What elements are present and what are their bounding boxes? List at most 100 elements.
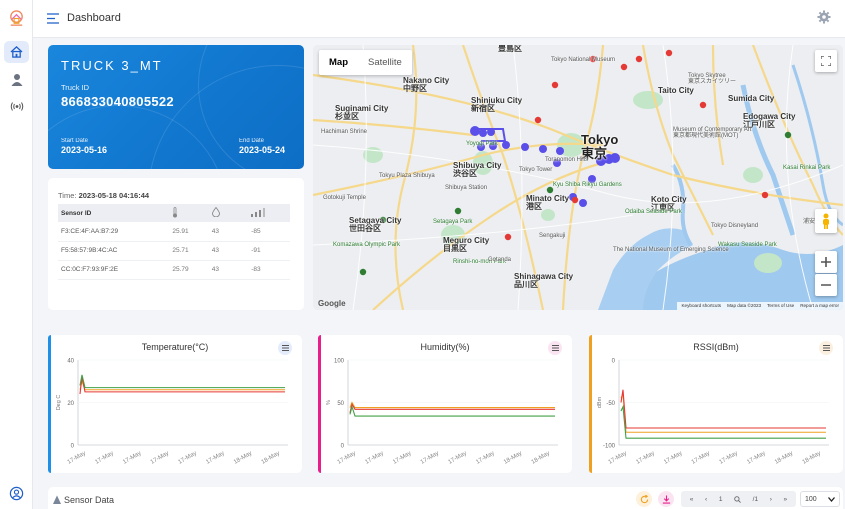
sensor-data-icon xyxy=(53,495,61,504)
rssi-chart: -100 -50 0 dBm 17-May 17-May 17-May 17-May 17-Ma… xyxy=(597,359,829,466)
map-label-museum-contemporary: Museum of Contemporary Art 東京都現代美術館(MOT) xyxy=(673,127,752,140)
map-label-tokyo-tower: Tokyo Tower xyxy=(519,167,553,173)
sensor-readings-card: Time: 2023-05-18 04:16:44 Sensor ID F3:C… xyxy=(48,178,304,310)
refresh-icon xyxy=(640,494,648,503)
chart-title: RSSI(dBm) xyxy=(693,342,739,352)
map-label-yoyogi: Yoyogi Park xyxy=(466,141,498,147)
x-tick-label: 17-May xyxy=(719,451,739,466)
fullscreen-button[interactable] xyxy=(815,50,837,72)
series-line xyxy=(620,389,826,429)
x-tick-label: 17-May xyxy=(420,451,440,466)
settings-gear-icon[interactable] xyxy=(817,10,831,24)
map-label-suginami: Suginami City 杉並区 xyxy=(335,104,389,122)
account-circle-icon[interactable] xyxy=(9,486,24,501)
series-line xyxy=(349,402,555,413)
x-tick-label: 17-May xyxy=(150,451,170,466)
sensor-id-cell: CC:0C:F7:93:9F:2E xyxy=(58,260,170,280)
reading-time-label: Time: xyxy=(58,191,77,200)
first-page-icon[interactable]: « xyxy=(690,496,694,503)
sidebar-item-home[interactable] xyxy=(4,41,29,63)
x-tick-label: 18-May xyxy=(233,451,253,466)
signal-bars-icon xyxy=(251,207,266,217)
chevron-down-icon xyxy=(828,496,835,502)
table-row: CC:0C:F7:93:9F:2E 25.79 43 -83 xyxy=(58,260,290,280)
y-tick-label: -50 xyxy=(606,401,615,407)
x-tick-label: 17-May xyxy=(475,451,495,466)
page-title: Dashboard xyxy=(67,12,121,24)
route-map[interactable]: 豊島区 Nakano City 中野区 Suginami City 杉並区 Shin… xyxy=(313,45,843,310)
humidity-cell: 43 xyxy=(208,260,249,280)
truck-name: TRUCK 3_MT xyxy=(61,58,163,73)
x-tick-label: 18-May xyxy=(774,451,794,466)
sidebar-item-user[interactable] xyxy=(4,68,29,90)
zoom-in-button[interactable] xyxy=(815,251,837,273)
street-view-button[interactable] xyxy=(815,209,837,233)
y-axis-label: Deg C xyxy=(56,395,62,411)
report-error-link[interactable]: Report a map error xyxy=(800,303,839,309)
tab-map[interactable]: Map xyxy=(319,50,358,75)
x-tick-label: 17-May xyxy=(691,451,711,466)
sidebar xyxy=(0,0,33,509)
sensor-table: Sensor ID F3:CE:4F:AA:B7:29 25.91 43 -85… xyxy=(58,204,290,280)
map-label-komazawa: Komazawa Olympic Park xyxy=(333,242,401,248)
series-line xyxy=(79,376,285,395)
x-tick-label: 17-May xyxy=(337,451,357,466)
x-tick-label: 18-May xyxy=(261,451,281,466)
truck-id: 866833040805522 xyxy=(61,94,174,109)
y-tick-label: 0 xyxy=(612,359,616,365)
series-line xyxy=(79,374,285,389)
current-page[interactable]: 1 xyxy=(719,496,723,503)
download-button[interactable] xyxy=(658,491,674,507)
x-tick-label: 17-May xyxy=(392,451,412,466)
home-icon xyxy=(10,46,23,58)
search-icon[interactable] xyxy=(734,495,741,503)
last-page-icon[interactable]: » xyxy=(783,496,787,503)
series-line xyxy=(620,391,826,433)
zoom-out-button[interactable] xyxy=(815,274,837,296)
x-tick-label: 17-May xyxy=(746,451,766,466)
prev-page-icon[interactable]: ‹ xyxy=(705,496,707,503)
column-humidity xyxy=(208,204,249,222)
map-label-shibuya-station: Shibuya Station xyxy=(445,185,488,191)
menu-icon xyxy=(822,345,830,351)
menu-icon xyxy=(281,345,289,351)
x-tick-label: 17-May xyxy=(635,451,655,466)
map-label-national-museum: Tokyo National Museum xyxy=(551,57,616,63)
thermometer-icon xyxy=(173,206,178,217)
map-label-nakano: Nakano City 中野区 xyxy=(403,76,450,94)
keyboard-shortcuts-link[interactable]: Keyboard shortcuts xyxy=(681,303,721,309)
map-label-meguro: Meguro City 目黒区 xyxy=(443,236,490,254)
google-logo: Google xyxy=(318,299,346,308)
terms-link[interactable]: Terms of Use xyxy=(767,303,794,309)
sensor-data-panel: Sensor Data « ‹ 1 /1 › » 100 xyxy=(48,487,843,509)
end-date-block: End Date 2023-05-24 xyxy=(239,138,285,155)
humidity-cell: 43 xyxy=(208,241,249,261)
map-label-sumida: Sumida City xyxy=(728,94,775,103)
x-tick-label: 17-May xyxy=(608,451,628,466)
start-date-label: Start Date xyxy=(61,138,89,144)
rssi-cell: -83 xyxy=(248,260,290,280)
series-line xyxy=(79,379,285,391)
map-label-shibuya: Shibuya City 渋谷区 xyxy=(453,161,502,179)
x-tick-label: 17-May xyxy=(205,451,225,466)
next-page-icon[interactable]: › xyxy=(770,496,772,503)
sensor-data-title: Sensor Data xyxy=(64,495,115,505)
tab-satellite[interactable]: Satellite xyxy=(358,50,412,75)
humidity-chart: 0 50 100% 17-May 17-May 17-May 17-May 17-May 17-… xyxy=(326,359,558,466)
page-size-select[interactable]: 100 xyxy=(800,491,840,507)
y-tick-label: 40 xyxy=(67,359,74,365)
user-icon xyxy=(11,73,22,86)
temperature-cell: 25.91 xyxy=(169,222,209,242)
menu-toggle-icon[interactable] xyxy=(47,13,59,24)
sidebar-item-sensors[interactable] xyxy=(4,95,29,117)
map-label-odaiba: Odaiba Seaside Park xyxy=(625,209,682,215)
top-header: Dashboard xyxy=(33,0,845,38)
truck-info-card: TRUCK 3_MT Truck ID 866833040805522 Star… xyxy=(48,45,304,169)
column-temperature xyxy=(169,204,209,222)
refresh-button[interactable] xyxy=(636,491,652,507)
end-date-value: 2023-05-24 xyxy=(239,145,286,155)
x-tick-label: 17-May xyxy=(67,451,87,466)
rssi-chart-card: RSSI(dBm) -100 -50 0 dBm 17-May 17-May 17-May 1… xyxy=(589,335,843,473)
y-tick-label: 0 xyxy=(71,444,75,450)
total-pages: /1 xyxy=(752,495,759,503)
